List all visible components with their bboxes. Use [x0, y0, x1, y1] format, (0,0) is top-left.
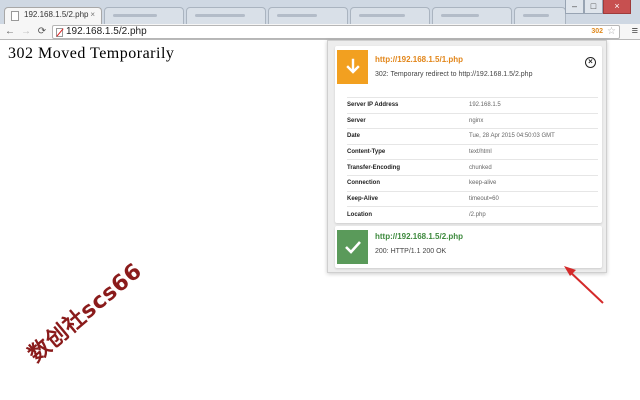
annotation-arrow-icon — [564, 266, 604, 304]
